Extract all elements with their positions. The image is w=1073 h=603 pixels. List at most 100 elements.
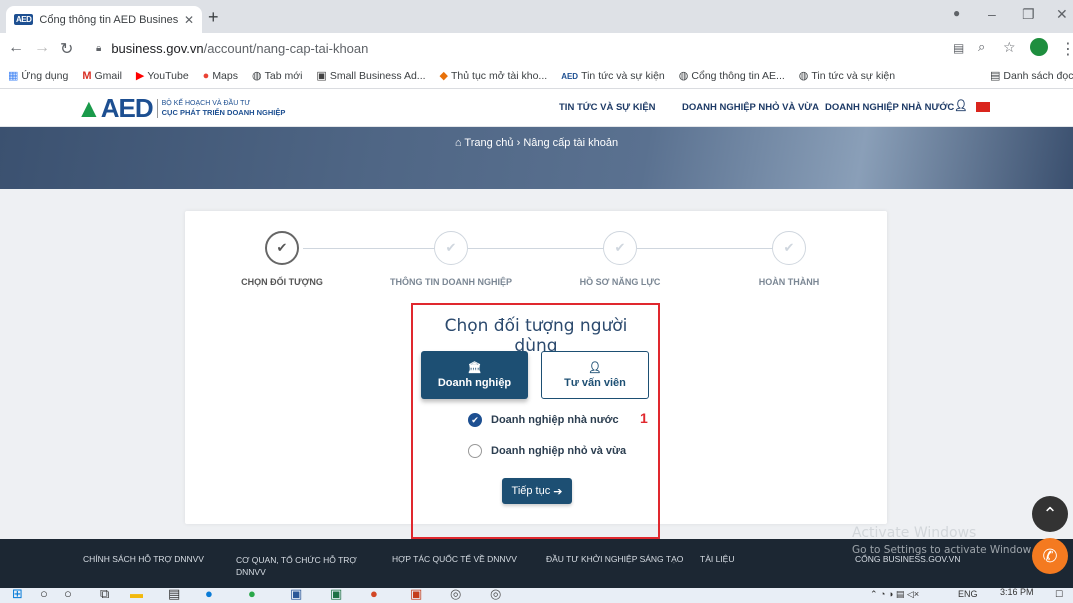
search-icon[interactable]: ○ [40,588,48,601]
menu-news[interactable]: TIN TỨC VÀ SỰ KIỆN [559,102,656,113]
app-icon[interactable]: ◎ [490,588,501,602]
bookmark-small-business[interactable]: ▣ Small Business Ad... [316,69,425,82]
app-icon[interactable]: ◎ [450,588,461,602]
highlight-box [411,303,660,539]
phone-call-icon[interactable]: ✆ [1032,538,1068,574]
activation-watermark-title: Activate Windows [852,525,977,541]
zoom-icon[interactable]: ⌕ [978,39,985,55]
new-tab-button[interactable]: + [208,7,219,28]
step-3-check-icon: ✔ [603,231,637,265]
step-label-4: HOÀN THÀNH [758,277,820,287]
minimize-icon[interactable]: – [988,6,996,22]
apps-grid-icon: ▦ [8,70,19,82]
breadcrumb-current: Nâng cấp tài khoản [523,137,619,149]
tab-title: Cổng thông tin AED Business Po [39,13,178,26]
url-host: business.gov.vn [111,41,204,56]
reload-icon[interactable]: ↻ [60,39,73,59]
cortana-icon[interactable]: ○ [64,588,72,601]
bank-icon: ◆ [439,70,449,82]
step-label-2: THÔNG TIN DOANH NGHIỆP [389,277,513,287]
bookmark-news-1[interactable]: AED Tin tức và sự kiện [561,70,665,82]
bookmark-star-icon[interactable]: ☆ [1003,39,1016,56]
home-icon: ⌂ [454,137,462,149]
maximize-icon[interactable]: ❐ [1022,6,1035,23]
step-4-check-icon: ✔ [772,231,806,265]
translate-icon[interactable]: ▤ [953,41,964,55]
breadcrumb: ⌂ Trang chủ › Nâng cấp tài khoản [454,137,619,149]
breadcrumb-home[interactable]: Trang chủ [464,137,513,149]
tray-icons[interactable]: ⌃ ◔ ◑ ▤ ◁× [870,589,919,600]
scroll-top-icon[interactable]: ⌃ [1032,496,1068,532]
browser-tab[interactable]: AED Cổng thông tin AED Business Po ✕ [6,6,202,33]
edge-icon[interactable]: ● [205,588,213,601]
gmail-icon: M [82,69,92,82]
bookmark-apps[interactable]: ▦ Ứng dụng [8,69,68,82]
excel-icon[interactable]: ▣ [330,588,342,602]
forward-icon[interactable]: → [34,39,50,57]
aed-icon: AED [561,71,579,81]
address-bar-row: ← → ↻ 🔒︎ business.gov.vn/account/nang-ca… [0,33,1073,63]
profile-menu-icon[interactable]: ● [953,6,960,20]
chrome-icon[interactable]: ● [248,588,256,601]
windows-taskbar: ⊞ ○ ○ ⧉ ▬ ▤ ● ● ▣ ▣ ● ▣ ◎ ◎ ⌃ ◔ ◑ ▤ ◁× E… [0,588,1073,603]
url-field[interactable]: 🔒︎ business.gov.vn/account/nang-cap-tai-… [90,37,950,60]
task-view-icon[interactable]: ⧉ [100,588,109,602]
footer-link[interactable]: TÀI LIỆU [700,554,734,564]
bookmark-youtube[interactable]: ▶ YouTube [136,69,189,82]
youtube-icon: ▶ [135,70,145,82]
profile-avatar-icon[interactable] [1030,38,1048,56]
globe-icon: ◍ [252,70,262,82]
step-label-3: HỒ SƠ NĂNG LỰC [579,277,661,287]
footer-link[interactable]: CHÍNH SÁCH HỖ TRỢ DNNVV [83,554,204,564]
aed-favicon-icon: AED [14,14,34,25]
globe-icon: ◍ [798,70,809,82]
page-banner: ⌂ Trang chủ › Nâng cấp tài khoản [0,127,1073,189]
sba-icon: ▣ [316,70,327,82]
windows-start-icon[interactable]: ⊞ [12,588,23,602]
back-icon[interactable]: ← [8,39,24,57]
bookmark-maps[interactable]: ● Maps [203,70,238,82]
powerpoint-icon[interactable]: ▣ [410,588,422,602]
notification-icon[interactable]: ☐ [1055,589,1063,600]
footer-link[interactable]: ĐẦU TƯ KHỞI NGHIỆP SÁNG TẠO [546,554,683,564]
browser-tab-bar: AED Cổng thông tin AED Business Po ✕ + ●… [0,0,1073,33]
tray-clock[interactable]: 3:16 PM [1000,588,1034,597]
reading-list-icon: ▤ [990,70,1001,82]
lock-icon: 🔒︎ [96,43,102,54]
vietnam-flag-icon[interactable] [976,102,990,112]
close-window-icon[interactable]: ✕ [1056,6,1068,23]
step-1-check-icon: ✔ [265,231,299,265]
step-connector [468,248,618,249]
bookmarks-bar: ▦ Ứng dụng M Gmail ▶ YouTube ● Maps ◍ Tab mới… [0,63,1073,89]
step-connector [303,248,453,249]
close-tab-icon[interactable]: ✕ [184,13,194,27]
maps-pin-icon: ● [202,69,210,82]
menu-sme[interactable]: DOANH NGHIỆP NHỎ VÀ VỪA [682,102,819,113]
store-icon[interactable]: ▤ [168,588,180,602]
app-icon[interactable]: ● [370,588,378,601]
footer-link[interactable]: CƠ QUAN, TỔ CHỨC HỖ TRỢ DNNVV [236,554,366,578]
menu-state-enterprise[interactable]: DOANH NGHIỆP NHÀ NƯỚC [825,102,954,113]
file-explorer-icon[interactable]: ▬ [130,588,143,601]
bookmark-gmail[interactable]: M Gmail [82,70,122,82]
tray-language[interactable]: ENG [958,589,978,599]
step-connector [637,248,787,249]
step-2-check-icon: ✔ [434,231,468,265]
url-path: /account/nang-cap-tai-khoan [203,41,369,56]
activation-watermark-subtitle: Go to Settings to activate Window [852,544,1032,556]
user-icon[interactable]: 👤︎ [954,99,968,112]
bookmark-account-procedure[interactable]: ◆ Thủ tục mở tài kho... [440,69,548,82]
site-header: ▲AED BỘ KẾ HOẠCH VÀ ĐẦU TƯ CỤC PHÁT TRIỂ… [0,89,1073,127]
bookmark-news-2[interactable]: ◍ Tin tức và sự kiện [799,69,895,82]
bookmark-new-tab[interactable]: ◍ Tab mới [252,69,302,82]
footer-link[interactable]: HỢP TÁC QUỐC TẾ VỀ DNNVV [392,554,517,564]
globe-icon: ◍ [678,70,689,82]
logo-subtitle: BỘ KẾ HOẠCH VÀ ĐẦU TƯ CỤC PHÁT TRIỂN DOA… [156,99,285,118]
logo-mark: ▲AED [76,93,154,123]
site-logo[interactable]: ▲AED BỘ KẾ HOẠCH VÀ ĐẦU TƯ CỤC PHÁT TRIỂ… [76,93,285,124]
word-icon[interactable]: ▣ [290,588,302,602]
bookmark-portal[interactable]: ◍ Cổng thông tin AE... [679,69,785,82]
browser-menu-icon[interactable]: ⋮ [1060,39,1073,59]
step-label-1: CHỌN ĐỐI TƯỢNG [241,277,323,287]
reading-list[interactable]: ▤ Danh sách đọc [990,69,1073,82]
